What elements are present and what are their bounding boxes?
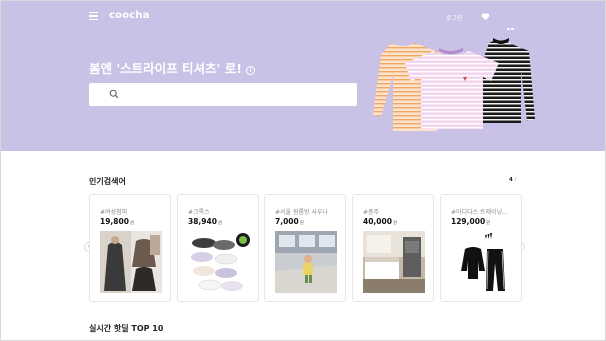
keyword-price: 38,940원 bbox=[188, 217, 222, 226]
keyword-price: 129,000원 bbox=[451, 217, 490, 226]
price-value: 7,000 bbox=[275, 217, 299, 226]
room-interior-photo bbox=[275, 231, 337, 293]
popular-pager: 4 / bbox=[509, 177, 516, 183]
price-unit: 원 bbox=[129, 221, 135, 226]
menu-icon[interactable] bbox=[89, 12, 98, 20]
price-value: 38,940 bbox=[188, 217, 217, 226]
keyword-price: 40,000원 bbox=[363, 217, 397, 226]
keyword-tag: #아디다스 트레이닝… bbox=[451, 209, 509, 216]
price-value: 40,000 bbox=[363, 217, 392, 226]
hero-banner: coocha 로그인 봄엔 '스트라이프 티셔츠' 로! i bbox=[1, 1, 605, 151]
pager-current: 4 bbox=[509, 177, 513, 183]
keyword-tag: #크록스 bbox=[188, 209, 210, 216]
price-unit: 원 bbox=[217, 221, 223, 226]
top-navigation-bar: coocha 로그인 bbox=[1, 1, 605, 49]
price-value: 129,000 bbox=[451, 217, 486, 226]
hotel-room-photo bbox=[363, 231, 425, 293]
search-input[interactable] bbox=[125, 87, 345, 102]
keyword-tag: #충주 bbox=[363, 209, 380, 216]
keyword-card[interactable]: #충주 40,000원 bbox=[352, 194, 434, 302]
keyword-card[interactable]: #크록스 38,940원 bbox=[177, 194, 259, 302]
price-unit: 원 bbox=[392, 221, 398, 226]
women-jacket-photo bbox=[100, 231, 162, 293]
keyword-card[interactable]: #서울 원룸방 사우나 7,000원 bbox=[264, 194, 346, 302]
hero-title-text: 봄엔 '스트라이프 티셔츠' 로! bbox=[89, 61, 242, 76]
login-link[interactable]: 로그인 bbox=[446, 13, 463, 22]
crocs-shoes-photo bbox=[188, 231, 250, 293]
page-frame: coocha 로그인 봄엔 '스트라이프 티셔츠' 로! i 인기검색어 4 /… bbox=[0, 0, 606, 341]
adidas-tracksuit-photo bbox=[451, 231, 513, 293]
realtime-hotdeal-title: 실시간 핫딜 TOP 10 bbox=[89, 324, 164, 333]
price-unit: 원 bbox=[486, 221, 491, 226]
keyword-card[interactable]: #여성점퍼 19,800원 bbox=[89, 194, 171, 302]
keyword-tag: #여성점퍼 bbox=[100, 209, 128, 216]
striped-tshirts-illustration bbox=[373, 38, 535, 131]
info-icon[interactable]: i bbox=[245, 66, 255, 75]
hero-title: 봄엔 '스트라이프 티셔츠' 로! i bbox=[89, 58, 255, 77]
price-unit: 원 bbox=[299, 221, 304, 226]
popular-keywords-title: 인기검색어 bbox=[89, 177, 126, 186]
keyword-card[interactable]: #아디다스 트레이닝… 129,000원 bbox=[440, 194, 522, 302]
more-options-icon[interactable] bbox=[507, 15, 519, 49]
site-logo[interactable]: coocha bbox=[109, 10, 150, 21]
search-box[interactable] bbox=[89, 83, 357, 106]
pager-suffix: / bbox=[514, 177, 517, 183]
search-icon bbox=[109, 89, 119, 99]
keyword-price: 7,000원 bbox=[275, 217, 304, 226]
keyword-price: 19,800원 bbox=[100, 217, 134, 226]
keyword-tag: #서울 원룸방 사우나 bbox=[275, 209, 329, 216]
price-value: 19,800 bbox=[100, 217, 129, 226]
popular-keyword-cards: #여성점퍼 19,800원 #크록스 38,940원 #서울 원룸방 사우나 7… bbox=[89, 194, 522, 302]
heart-icon[interactable] bbox=[481, 12, 490, 21]
